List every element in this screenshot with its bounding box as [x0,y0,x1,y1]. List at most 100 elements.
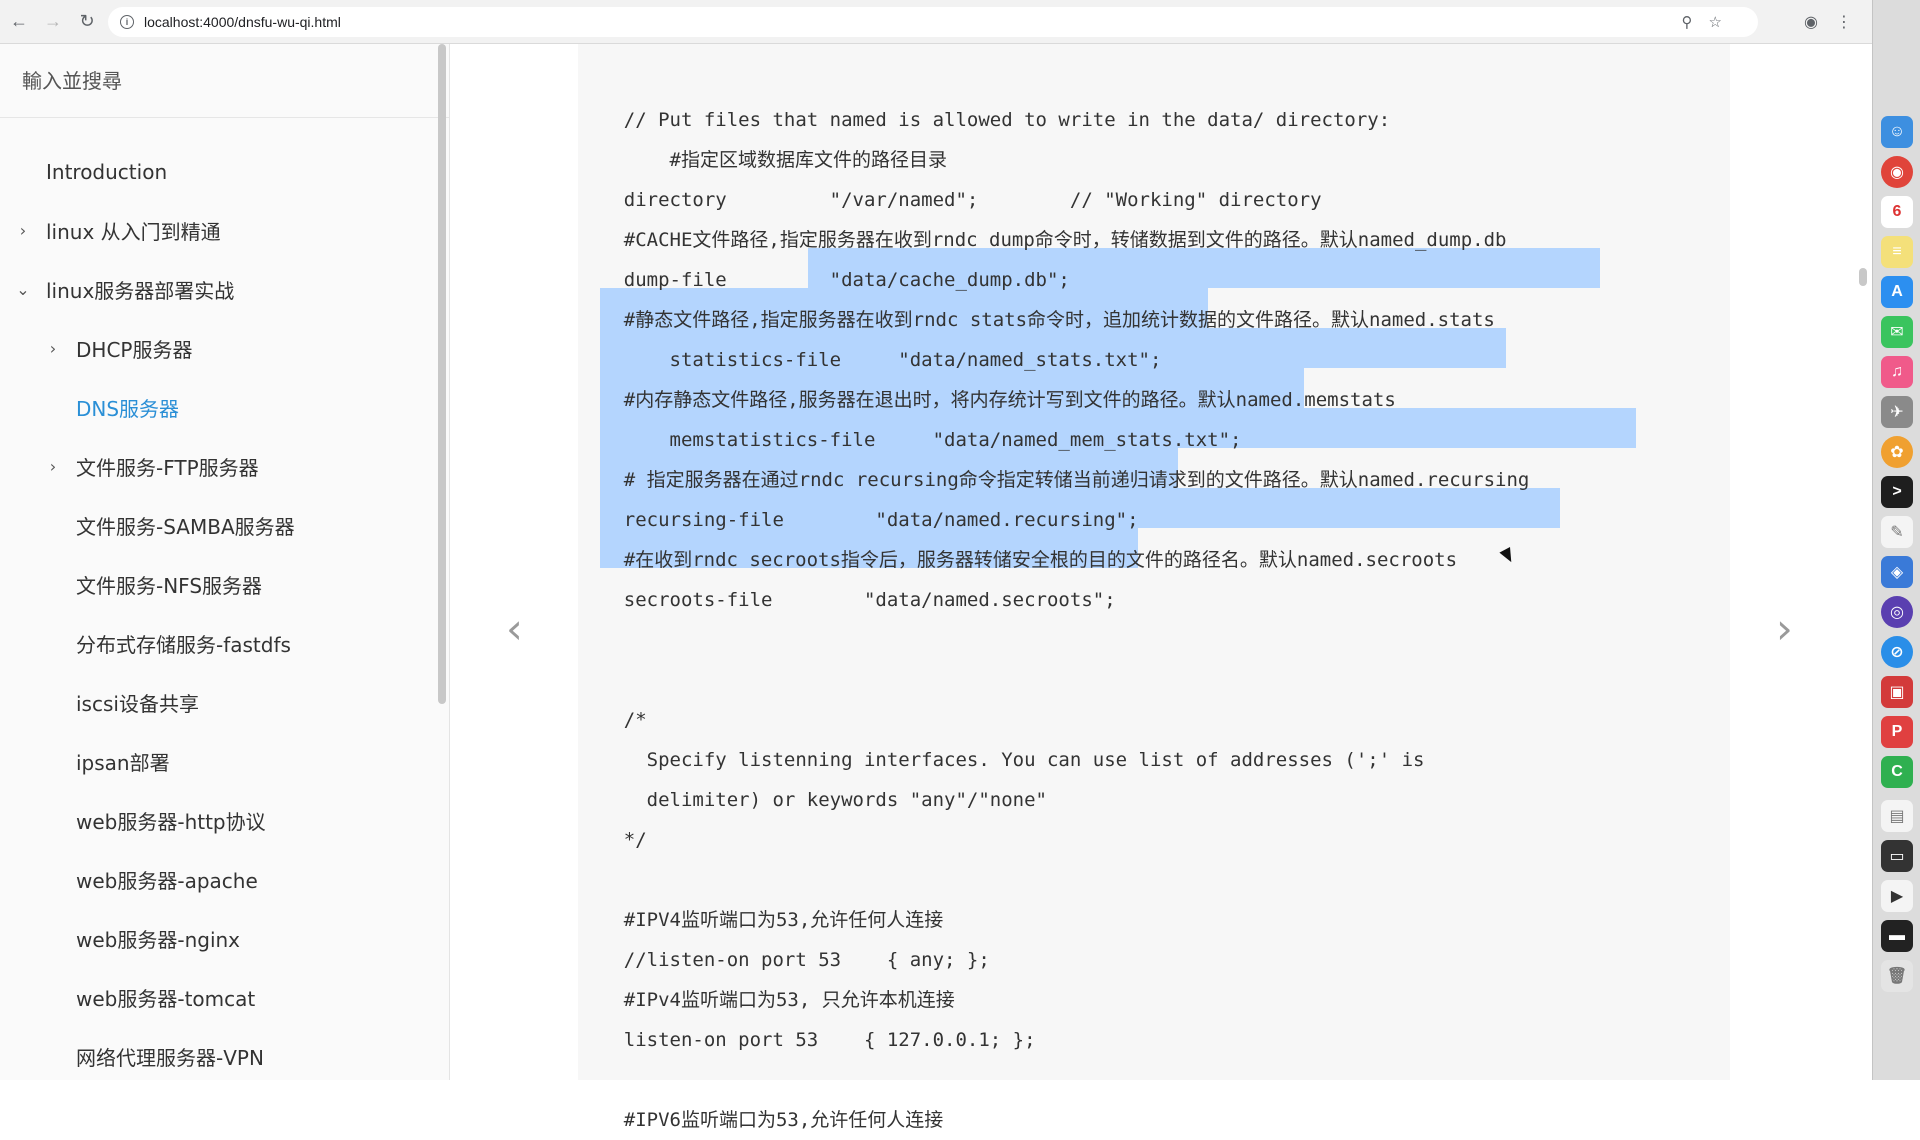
music-icon[interactable]: ♫ [1881,356,1913,388]
code-line: delimiter) or keywords "any"/"none" [578,789,1047,811]
sidebar-item[interactable]: 网络代理服务器-VPN [0,1027,449,1086]
chevron-right-icon[interactable]: › [16,221,30,240]
sidebar-item[interactable]: › linux 从入门到精通 [0,201,449,260]
sidebar-item[interactable]: ipsan部署 [0,732,449,791]
sidebar-item-label: web服务器-apache [76,869,258,893]
code-line: secroots-file "data/named.secroots"; [578,589,1116,611]
sidebar-item-label: 文件服务-SAMBA服务器 [76,515,295,539]
code-line: #CACHE文件路径,指定服务器在收到rndc dump命令时，转储数据到文件的… [578,229,1507,251]
code-line: #内存静态文件路径,服务器在退出时，将内存统计写到文件的路径。默认named.m… [578,389,1396,411]
code-line: #静态文件路径,指定服务器在收到rndc stats命令时，追加统计数据的文件路… [578,309,1495,331]
code-line: dump-file "data/cache_dump.db"; [578,269,1070,291]
sidebar-item-label: iscsi设备共享 [76,692,199,716]
sidebar-item-label: 网络代理服务器-VPN [76,1046,264,1070]
sidebar-item[interactable]: 文件服务-SAMBA服务器 [0,496,449,555]
screen-icon[interactable]: ▭ [1881,840,1913,872]
remote-desktop-icon[interactable]: ▣ [1881,676,1913,708]
photos-icon[interactable]: ✿ [1881,436,1913,468]
pdf-icon[interactable]: P [1881,716,1913,748]
finder-icon[interactable]: ☺ [1881,116,1913,148]
sidebar-item[interactable]: Introduction [0,142,449,201]
code-line: #指定区域数据库文件的路径目录 [578,149,947,171]
code-line: directory "/var/named"; // "Working" dir… [578,189,1322,211]
video-icon[interactable]: ▶ [1881,880,1913,912]
safari-icon[interactable]: ⊘ [1881,636,1913,668]
launchpad-icon[interactable]: ✈ [1881,396,1913,428]
sidebar-item[interactable]: web服务器-apache [0,850,449,909]
sidebar-item[interactable]: web服务器-nginx [0,909,449,968]
sidebar-item-label: ipsan部署 [76,751,170,775]
sidebar-item[interactable]: ⌄ linux服务器部署实战 [0,260,449,319]
menu-icon[interactable]: ⋮ [1836,12,1852,32]
code-line: Specify listenning interfaces. You can u… [578,749,1425,771]
forward-icon[interactable]: → [38,7,68,37]
app-store-icon[interactable]: A [1881,276,1913,308]
notes-icon[interactable]: ≡ [1881,236,1913,268]
sidebar-nav: Introduction › linux 从入门到精通 ⌄ linux服务器部署实战 › D… [0,118,449,1086]
sidebar-scrollbar[interactable] [438,44,446,704]
bookmark-star-icon[interactable]: ☆ [1709,13,1722,31]
sidebar-item[interactable]: web服务器-tomcat [0,968,449,1027]
chevron-right-icon[interactable]: › [46,457,60,476]
prev-page-arrow[interactable]: ‹ [506,604,523,653]
sidebar-item-label: web服务器-tomcat [76,987,256,1011]
messages-icon[interactable]: ✉ [1881,316,1913,348]
sidebar-item-label: DHCP服务器 [76,338,193,362]
profile-icon[interactable]: ◉ [1804,12,1818,32]
code-line: //listen-on port 53 { any; }; [578,949,990,971]
sidebar-item[interactable]: 文件服务-NFS服务器 [0,555,449,614]
sidebar-item[interactable]: iscsi设备共享 [0,673,449,732]
info-icon[interactable]: i [120,15,134,29]
code-line: #IPV6监听端口为53,允许任何人连接 [578,1109,944,1131]
sidebar-item[interactable]: › DHCP服务器 [0,319,449,378]
book-sidebar: Introduction › linux 从入门到精通 ⌄ linux服务器部署实战 › D… [0,44,450,1080]
editor-icon[interactable]: C [1881,756,1913,788]
sidebar-item-label: web服务器-http协议 [76,810,266,834]
browser-toolbar: ← → ↻ i localhost:4000/dnsfu-wu-qi.html … [0,0,1872,44]
sidebar-item-label: 文件服务-NFS服务器 [76,574,263,598]
code-line: #IPv4监听端口为53, 只允许本机连接 [578,989,955,1011]
code-line: #在收到rndc secroots指令后，服务器转储安全根的目的文件的路径名。默… [578,549,1458,571]
textedit-icon[interactable]: ✎ [1881,516,1913,548]
code-line: /* [578,709,647,731]
code-line: #IPV4监听端口为53,允许任何人连接 [578,909,944,931]
calendar-icon[interactable]: 6 [1881,196,1913,228]
code-line: statistics-file "data/named_stats.txt"; [578,349,1162,371]
search-input[interactable] [22,68,402,93]
sidebar-item-label: web服务器-nginx [76,928,241,952]
stack-icon[interactable]: ◈ [1881,556,1913,588]
sidebar-search [0,44,449,118]
chrome-icon[interactable]: ◉ [1881,156,1913,188]
address-url: localhost:4000/dnsfu-wu-qi.html [144,14,341,30]
sidebar-item-label: linux服务器部署实战 [46,279,235,303]
chevron-down-icon[interactable]: ⌄ [16,280,30,299]
dock: ☺ ◉ 6 ≡ A ✉ ♫ ✈ ✿ > ✎ ◈ ◎ ⊘ ▣ P C ▤ ▭ ▶ … [1872,0,1920,1080]
sidebar-item-label: DNS服务器 [76,397,180,421]
sidebar-item[interactable]: web服务器-http协议 [0,791,449,850]
next-page-arrow[interactable]: › [1776,604,1793,653]
chevron-right-icon[interactable]: › [46,339,60,358]
back-icon[interactable]: ← [4,7,34,37]
monitor-icon[interactable]: ▬ [1881,920,1913,952]
code-line: recursing-file "data/named.recursing"; [578,509,1139,531]
main-scrollbar[interactable] [1859,268,1867,286]
code-line: listen-on port 53 { 127.0.0.1; }; [578,1029,1036,1051]
sidebar-item[interactable]: › 文件服务-FTP服务器 [0,437,449,496]
sidebar-item[interactable]: 分布式存储服务-fastdfs [0,614,449,673]
sidebar-item-label: 文件服务-FTP服务器 [76,456,259,480]
sidebar-item-label: Introduction [46,159,168,184]
code-line: // Put files that named is allowed to wr… [578,109,1391,131]
address-bar[interactable]: i localhost:4000/dnsfu-wu-qi.html ⚲ ☆ [108,7,1758,37]
terminal-icon[interactable]: > [1881,476,1913,508]
sidebar-item[interactable]: DNS服务器 [0,378,449,437]
sidebar-item-label: 分布式存储服务-fastdfs [76,633,291,657]
code-line: # 指定服务器在通过rndc recursing命令指定转储当前递归请求到的文件… [578,469,1530,491]
code-line: */ [578,829,647,851]
zoom-icon[interactable]: ⚲ [1682,13,1693,31]
trash-icon[interactable]: 🗑 [1881,960,1913,992]
siri-icon[interactable]: ◎ [1881,596,1913,628]
sidebar-item-label: linux 从入门到精通 [46,220,221,244]
reload-icon[interactable]: ↻ [72,7,102,37]
main-content: // Put files that named is allowed to wr… [450,44,1872,1131]
document-icon[interactable]: ▤ [1881,800,1913,832]
